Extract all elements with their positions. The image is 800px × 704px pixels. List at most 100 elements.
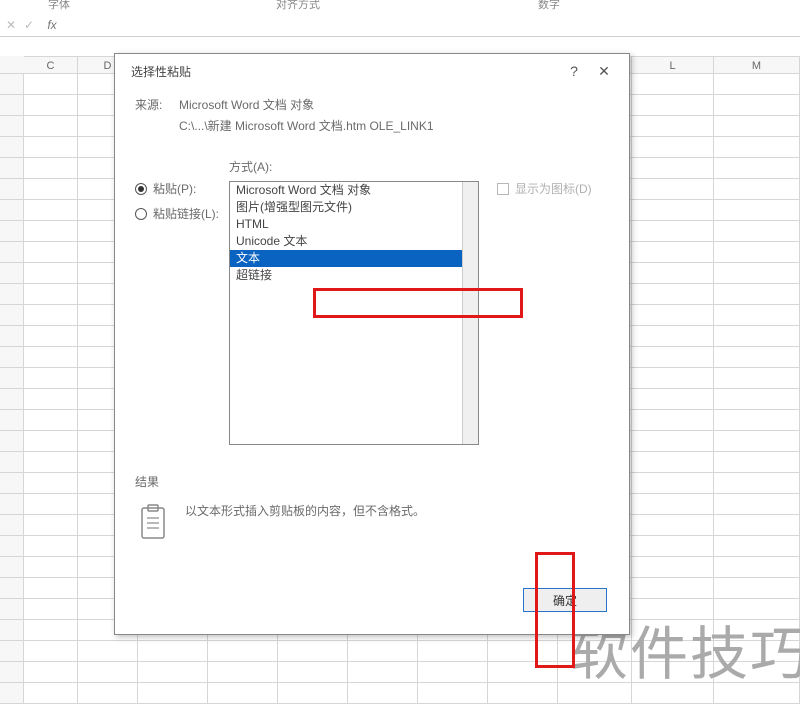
cell[interactable] xyxy=(714,158,800,179)
cell[interactable] xyxy=(24,494,78,515)
row-header[interactable] xyxy=(0,263,24,284)
cell[interactable] xyxy=(632,242,714,263)
cell[interactable] xyxy=(632,368,714,389)
cell[interactable] xyxy=(632,284,714,305)
cell[interactable] xyxy=(348,662,418,683)
cell[interactable] xyxy=(714,179,800,200)
cell[interactable] xyxy=(278,641,348,662)
cell[interactable] xyxy=(632,200,714,221)
cell[interactable] xyxy=(632,452,714,473)
cell[interactable] xyxy=(714,284,800,305)
cell[interactable] xyxy=(632,641,714,662)
formula-cancel-icon[interactable]: ✕ xyxy=(4,18,18,32)
cell[interactable] xyxy=(632,431,714,452)
cell[interactable] xyxy=(558,662,632,683)
cell[interactable] xyxy=(632,389,714,410)
row-header[interactable] xyxy=(0,473,24,494)
formula-confirm-icon[interactable]: ✓ xyxy=(22,18,36,32)
cell[interactable] xyxy=(24,242,78,263)
cell[interactable] xyxy=(714,494,800,515)
row-header[interactable] xyxy=(0,200,24,221)
row-header[interactable] xyxy=(0,242,24,263)
column-header[interactable]: C xyxy=(24,56,78,74)
radio-paste-link[interactable]: 粘贴链接(L): xyxy=(135,205,229,222)
cell[interactable] xyxy=(138,641,208,662)
cell[interactable] xyxy=(24,578,78,599)
column-header[interactable]: L xyxy=(632,56,714,74)
row-header[interactable] xyxy=(0,284,24,305)
cell[interactable] xyxy=(24,662,78,683)
cell[interactable] xyxy=(632,536,714,557)
cell[interactable] xyxy=(632,137,714,158)
row-header[interactable] xyxy=(0,536,24,557)
cell[interactable] xyxy=(714,473,800,494)
cell[interactable] xyxy=(24,305,78,326)
cell[interactable] xyxy=(632,473,714,494)
cell[interactable] xyxy=(714,242,800,263)
row-header[interactable] xyxy=(0,683,24,704)
cell[interactable] xyxy=(632,116,714,137)
cell[interactable] xyxy=(24,368,78,389)
cell[interactable] xyxy=(24,410,78,431)
cell[interactable] xyxy=(24,431,78,452)
cell[interactable] xyxy=(714,305,800,326)
cell[interactable] xyxy=(714,578,800,599)
cell[interactable] xyxy=(558,641,632,662)
paste-format-option[interactable]: Microsoft Word 文档 对象 xyxy=(230,182,462,199)
cell[interactable] xyxy=(488,641,558,662)
cell[interactable] xyxy=(714,620,800,641)
cell[interactable] xyxy=(714,515,800,536)
cell[interactable] xyxy=(488,683,558,704)
cell[interactable] xyxy=(632,494,714,515)
cell[interactable] xyxy=(78,641,138,662)
cell[interactable] xyxy=(348,683,418,704)
cell[interactable] xyxy=(488,662,558,683)
row-header[interactable] xyxy=(0,179,24,200)
paste-format-option[interactable]: 超链接 xyxy=(230,267,462,284)
cell[interactable] xyxy=(24,200,78,221)
cell[interactable] xyxy=(24,641,78,662)
row-header[interactable] xyxy=(0,158,24,179)
cell[interactable] xyxy=(24,389,78,410)
cell[interactable] xyxy=(418,641,488,662)
row-header[interactable] xyxy=(0,662,24,683)
cell[interactable] xyxy=(714,200,800,221)
cell[interactable] xyxy=(632,158,714,179)
cell[interactable] xyxy=(24,221,78,242)
cell[interactable] xyxy=(24,74,78,95)
cell[interactable] xyxy=(714,683,800,704)
cell[interactable] xyxy=(632,662,714,683)
row-header[interactable] xyxy=(0,221,24,242)
cell[interactable] xyxy=(714,221,800,242)
cell[interactable] xyxy=(208,662,278,683)
cell[interactable] xyxy=(714,137,800,158)
row-header[interactable] xyxy=(0,452,24,473)
row-header[interactable] xyxy=(0,74,24,95)
row-header[interactable] xyxy=(0,326,24,347)
cell[interactable] xyxy=(138,683,208,704)
cell[interactable] xyxy=(632,326,714,347)
cell[interactable] xyxy=(24,137,78,158)
radio-paste[interactable]: 粘贴(P): xyxy=(135,180,229,197)
cell[interactable] xyxy=(24,473,78,494)
cell[interactable] xyxy=(632,347,714,368)
cell[interactable] xyxy=(78,683,138,704)
cell[interactable] xyxy=(714,95,800,116)
fx-icon[interactable]: fx xyxy=(42,18,62,32)
cell[interactable] xyxy=(632,410,714,431)
paste-format-option[interactable]: 图片(增强型图元文件) xyxy=(230,199,462,216)
cell[interactable] xyxy=(714,74,800,95)
cell[interactable] xyxy=(714,326,800,347)
cell[interactable] xyxy=(24,284,78,305)
cell[interactable] xyxy=(714,557,800,578)
column-header[interactable]: M xyxy=(714,56,800,74)
formula-input[interactable] xyxy=(62,16,800,34)
cell[interactable] xyxy=(278,683,348,704)
row-header[interactable] xyxy=(0,557,24,578)
cell[interactable] xyxy=(24,326,78,347)
cell[interactable] xyxy=(418,662,488,683)
cell[interactable] xyxy=(418,683,488,704)
cell[interactable] xyxy=(632,305,714,326)
cell[interactable] xyxy=(714,410,800,431)
cell[interactable] xyxy=(632,95,714,116)
